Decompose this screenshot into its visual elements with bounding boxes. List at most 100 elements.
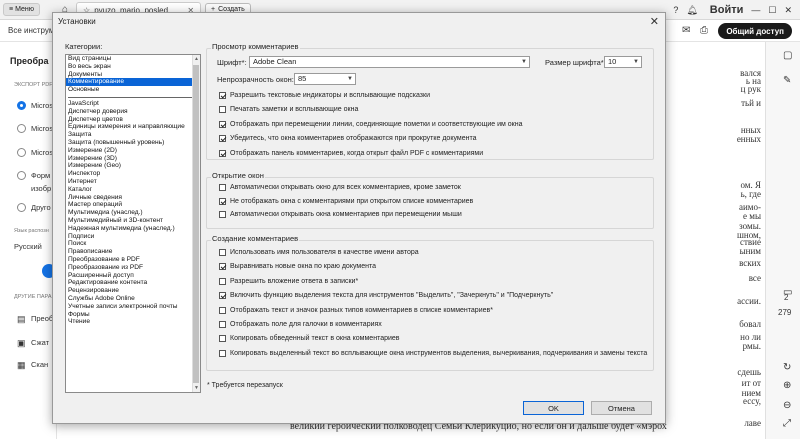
category-item[interactable]: Основные xyxy=(66,86,200,94)
category-item[interactable]: Формы xyxy=(66,311,200,319)
checkbox-option[interactable]: Копировать обведенный текст в окна комме… xyxy=(219,335,400,343)
category-item[interactable]: Расширенный доступ xyxy=(66,272,200,280)
option-radio[interactable] xyxy=(17,101,26,110)
checkbox-option[interactable]: Разрешить вложение ответа в записки* xyxy=(219,277,358,285)
category-item[interactable]: Измерение (Geo) xyxy=(66,162,200,170)
font-select[interactable]: Adobe Clean ▼ xyxy=(249,56,530,68)
cancel-button[interactable]: Отмена xyxy=(591,401,652,415)
menu-button[interactable]: ≡ Меню xyxy=(3,3,41,16)
checkbox[interactable] xyxy=(219,184,226,191)
checkbox[interactable] xyxy=(219,349,226,357)
bell-icon[interactable]: 🔔︎ xyxy=(686,5,697,16)
checkbox[interactable] xyxy=(219,92,226,99)
scroll-up-icon[interactable]: ▲ xyxy=(194,56,199,62)
refresh-icon[interactable]: ↻ xyxy=(783,362,791,373)
option-radio[interactable] xyxy=(17,203,26,212)
category-item[interactable]: Учетные записи электронной почты xyxy=(66,303,200,311)
checkbox-option[interactable]: Убедитесь, что окна комментариев отображ… xyxy=(219,135,476,143)
category-item[interactable]: Диспетчер цветов xyxy=(66,116,200,124)
category-item[interactable]: Каталог xyxy=(66,186,200,194)
checkbox[interactable] xyxy=(219,335,226,343)
checkbox[interactable] xyxy=(219,197,226,205)
close-window-icon[interactable]: ✕ xyxy=(784,5,792,16)
category-item[interactable]: Диспетчер доверия xyxy=(66,108,200,116)
category-item[interactable]: Редактирование контента xyxy=(66,279,200,287)
category-item[interactable]: Правописание xyxy=(66,248,200,256)
login-button[interactable]: Войти xyxy=(710,4,744,16)
category-item[interactable]: Мультимедийный и 3D-контент xyxy=(66,217,200,225)
scroll-down-icon[interactable]: ▼ xyxy=(194,385,199,391)
checkbox-option[interactable]: Печатать заметки и всплывающие окна xyxy=(219,106,358,114)
link-label[interactable]: Сжат xyxy=(31,338,49,347)
checkbox-option[interactable]: Не отображать окна с комментариями при о… xyxy=(219,197,473,205)
close-icon[interactable]: ✕ xyxy=(650,15,659,28)
category-item[interactable]: Надежная мультимедиа (унаслед.) xyxy=(66,225,200,233)
checkbox[interactable] xyxy=(219,149,226,157)
checkbox[interactable] xyxy=(219,292,226,300)
checkbox-option[interactable]: Отображать панель комментариев, когда от… xyxy=(219,149,483,157)
checkbox[interactable] xyxy=(219,211,226,219)
category-item[interactable]: Измерение (3D) xyxy=(66,155,200,163)
share-button[interactable]: Общий доступ xyxy=(718,23,792,39)
checkbox-option[interactable]: Отображать при перемещении линии, соедин… xyxy=(219,120,522,128)
category-item[interactable]: Вид страницы xyxy=(66,55,200,63)
category-item[interactable]: Защита (повышенный уровень) xyxy=(66,139,200,147)
checkbox[interactable] xyxy=(219,263,226,271)
help-icon[interactable]: ? xyxy=(673,5,678,15)
minimize-icon[interactable]: — xyxy=(751,5,760,15)
category-item[interactable]: Рецензирование xyxy=(66,287,200,295)
category-item[interactable]: Службы Adobe Online xyxy=(66,295,200,303)
ok-button[interactable]: OK xyxy=(523,401,584,415)
category-item[interactable]: Измерение (2D) xyxy=(66,147,200,155)
category-item[interactable]: Мультимедиа (унаслед.) xyxy=(66,209,200,217)
checkbox-option[interactable]: Выравнивать новые окна по краю документа xyxy=(219,263,376,271)
checkbox[interactable] xyxy=(219,106,226,114)
checkbox-option[interactable]: Копировать выделенный текст во всплывающ… xyxy=(219,349,647,357)
categories-scroll-thumb[interactable] xyxy=(193,65,199,383)
category-item[interactable]: Подписи xyxy=(66,233,200,241)
checkbox-option[interactable]: Разрешить текстовые индикаторы и всплыва… xyxy=(219,92,430,99)
category-item[interactable]: Интернет xyxy=(66,178,200,186)
checkbox[interactable] xyxy=(219,120,226,128)
category-item[interactable]: Преобразование из PDF xyxy=(66,264,200,272)
category-item[interactable]: JavaScript xyxy=(66,100,200,108)
category-item[interactable]: Документы xyxy=(66,71,200,79)
zoom-in-icon[interactable]: ⊕ xyxy=(783,380,791,391)
checkbox-option[interactable]: Автоматически открывать окно для всех ко… xyxy=(219,184,461,191)
option-radio[interactable] xyxy=(17,124,26,133)
mail-icon[interactable]: ✉ xyxy=(682,25,690,36)
category-item[interactable]: Во весь экран xyxy=(66,63,200,71)
zoom-out-icon[interactable]: ⊖ xyxy=(783,400,791,411)
checkbox-option[interactable]: Автоматически открывать окна комментарие… xyxy=(219,211,462,219)
language-select[interactable]: Русский xyxy=(14,242,42,251)
checkbox-option[interactable]: Отображать поле для галочки в комментари… xyxy=(219,321,382,328)
category-item[interactable]: Комментирование xyxy=(66,78,200,87)
category-item[interactable]: Защита xyxy=(66,131,200,139)
category-item[interactable]: Мастер операций xyxy=(66,201,200,209)
comment-icon[interactable]: ▢ xyxy=(783,50,792,61)
opacity-select[interactable]: 85 ▼ xyxy=(294,73,356,85)
category-item[interactable]: Чтение xyxy=(66,318,200,326)
category-item[interactable]: Единицы измерения и направляющие xyxy=(66,123,200,131)
option-radio[interactable] xyxy=(17,148,26,157)
checkbox-option[interactable]: Включить функцию выделения текста для ин… xyxy=(219,292,553,300)
checkbox[interactable] xyxy=(219,306,226,314)
checkbox[interactable] xyxy=(219,321,226,328)
category-item[interactable]: Поиск xyxy=(66,240,200,248)
print-icon[interactable]: ⎙ xyxy=(700,25,708,36)
link-label[interactable]: Преоб xyxy=(31,314,53,323)
checkbox[interactable] xyxy=(219,135,226,143)
category-item[interactable]: Инспектор xyxy=(66,170,200,178)
option-radio[interactable] xyxy=(17,171,26,180)
category-item[interactable]: Преобразование в PDF xyxy=(66,256,200,264)
edit-icon[interactable]: ✎ xyxy=(783,75,791,86)
font-size-select[interactable]: 10 ▼ xyxy=(604,56,642,68)
link-label[interactable]: Скан xyxy=(31,360,48,369)
checkbox-option[interactable]: Отображать текст и значок разных типов к… xyxy=(219,306,493,314)
all-tools-label[interactable]: Все инструм xyxy=(8,26,54,35)
maximize-icon[interactable]: ☐ xyxy=(768,5,776,16)
checkbox[interactable] xyxy=(219,277,226,285)
checkbox-option[interactable]: Использовать имя пользователя в качестве… xyxy=(219,249,419,256)
checkbox[interactable] xyxy=(219,249,226,256)
fit-icon[interactable]: ⤢ xyxy=(783,418,791,429)
